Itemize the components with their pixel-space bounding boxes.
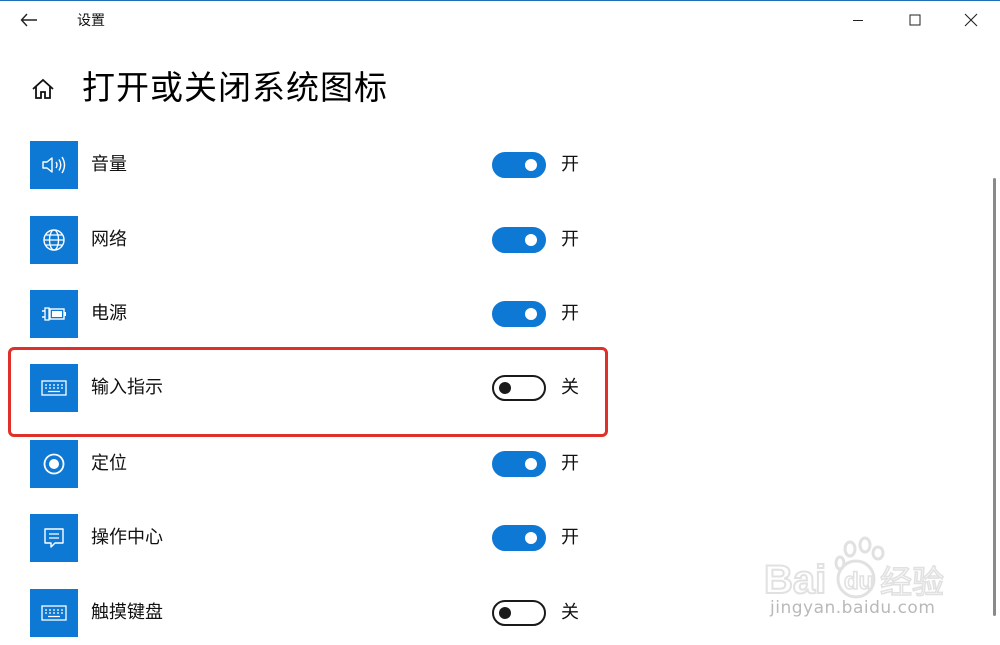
action-center-tile — [30, 514, 78, 562]
toggle-state-text: 关 — [561, 377, 579, 398]
maximize-icon — [909, 14, 921, 26]
setting-label: 网络 — [91, 229, 127, 250]
setting-row-volume: 音量 开 — [30, 141, 610, 189]
svg-text:经验: 经验 — [880, 563, 944, 601]
toggle-state-text: 开 — [561, 229, 579, 250]
globe-icon — [43, 229, 65, 251]
setting-row-input-indicator: 输入指示 关 — [30, 364, 610, 412]
setting-label: 电源 — [91, 303, 127, 324]
page-title: 打开或关闭系统图标 — [82, 68, 388, 107]
action-center-icon — [44, 528, 64, 548]
toggle-knob — [525, 308, 537, 320]
settings-window: 设置 打开或关闭系统图标 音量 开 网络 开 电源 开 输入指示 关 定位 开 … — [0, 0, 1000, 645]
input-indicator-toggle[interactable] — [492, 375, 546, 401]
volume-tile — [30, 141, 78, 189]
home-icon — [32, 78, 54, 99]
setting-row-power: 电源 开 — [30, 290, 610, 338]
toggle-knob — [525, 458, 537, 470]
setting-row-location: 定位 开 — [30, 440, 610, 488]
back-button[interactable] — [12, 5, 46, 35]
watermark-url: jingyan.baidu.com — [770, 598, 936, 618]
touch-keyboard-toggle[interactable] — [492, 600, 546, 626]
back-arrow-icon — [20, 13, 37, 27]
scrollbar[interactable] — [993, 178, 996, 616]
toggle-state-text: 开 — [561, 527, 579, 548]
setting-label: 音量 — [91, 154, 127, 175]
toggle-knob — [499, 607, 511, 619]
power-tile — [30, 290, 78, 338]
setting-row-action-center: 操作中心 开 — [30, 514, 610, 562]
location-toggle[interactable] — [492, 451, 546, 477]
minimize-button[interactable] — [835, 5, 881, 35]
toggle-knob — [525, 159, 537, 171]
keyboard-icon — [41, 380, 67, 396]
minimize-icon — [853, 20, 863, 21]
volume-toggle[interactable] — [492, 152, 546, 178]
setting-label: 输入指示 — [91, 377, 163, 398]
location-tile — [30, 440, 78, 488]
network-tile — [30, 216, 78, 264]
battery-plug-icon — [42, 307, 66, 321]
toggle-knob — [499, 382, 511, 394]
svg-text:Bai: Bai — [764, 558, 826, 602]
setting-row-touch-keyboard: 触摸键盘 关 — [30, 589, 610, 637]
close-button[interactable] — [948, 5, 994, 35]
close-icon — [964, 13, 978, 27]
title-bar: 设置 — [0, 1, 1000, 39]
toggle-state-text: 开 — [561, 154, 579, 175]
location-icon — [43, 453, 65, 475]
toggle-knob — [525, 234, 537, 246]
home-button[interactable] — [28, 74, 58, 104]
app-title: 设置 — [77, 13, 105, 29]
touch-keyboard-icon — [41, 605, 67, 621]
toggle-knob — [525, 532, 537, 544]
network-toggle[interactable] — [492, 227, 546, 253]
svg-text:du: du — [844, 568, 873, 595]
setting-label: 操作中心 — [91, 527, 163, 548]
volume-icon — [42, 156, 66, 174]
toggle-state-text: 开 — [561, 303, 579, 324]
toggle-state-text: 关 — [561, 602, 579, 623]
setting-row-network: 网络 开 — [30, 216, 610, 264]
toggle-state-text: 开 — [561, 453, 579, 474]
touch-keyboard-tile — [30, 589, 78, 637]
setting-label: 触摸键盘 — [91, 602, 163, 623]
input-indicator-tile — [30, 364, 78, 412]
power-toggle[interactable] — [492, 301, 546, 327]
setting-label: 定位 — [91, 453, 127, 474]
action-center-toggle[interactable] — [492, 525, 546, 551]
maximize-button[interactable] — [892, 5, 938, 35]
